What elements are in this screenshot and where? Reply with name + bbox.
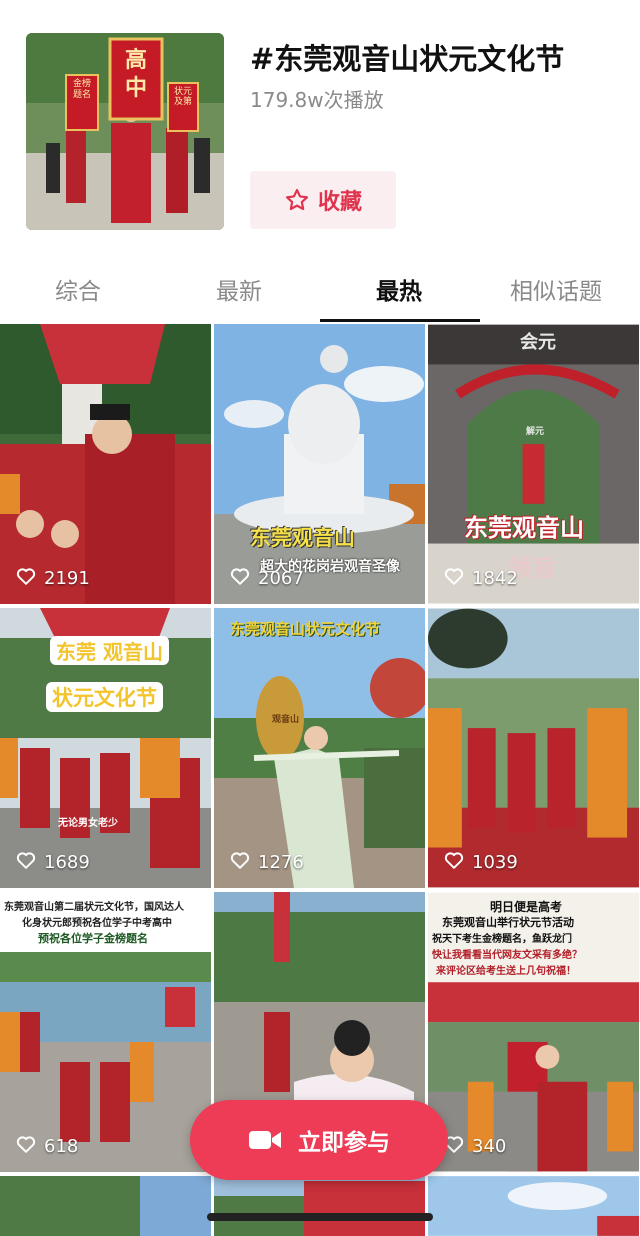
cover-sign-main: 高中 bbox=[124, 48, 147, 101]
favorite-label: 收藏 bbox=[317, 190, 362, 215]
video-note: 祝天下考生金榜题名，鱼跃龙门 bbox=[432, 934, 572, 945]
like-count: 2067 bbox=[230, 567, 304, 590]
video-caption: 东莞观音山 bbox=[250, 526, 355, 550]
video-question-2: 来评论区给考生送上几句祝福！ bbox=[436, 966, 576, 977]
heart-icon bbox=[230, 567, 250, 590]
like-number: 1039 bbox=[472, 852, 518, 873]
video-caption: 东莞 观音山 bbox=[50, 636, 169, 665]
video-thumbnail bbox=[428, 608, 639, 888]
join-now-label: 立即参与 bbox=[298, 1130, 390, 1156]
like-number: 340 bbox=[472, 1136, 507, 1157]
like-count: 1039 bbox=[444, 851, 518, 874]
video-tile[interactable]: 2191 bbox=[0, 324, 211, 604]
like-count: 1842 bbox=[444, 567, 518, 590]
like-number: 1689 bbox=[44, 852, 90, 873]
video-note: 无论男女老少 bbox=[58, 818, 118, 829]
heart-icon bbox=[16, 1135, 36, 1158]
play-count: 179.8w次播放 bbox=[250, 88, 384, 112]
like-number: 1842 bbox=[472, 568, 518, 589]
like-count: 1276 bbox=[230, 851, 304, 874]
video-subcaption: 状元文化节 bbox=[46, 682, 163, 712]
cover-sign-right: 状元及第 bbox=[173, 87, 192, 107]
video-tile[interactable]: 1039 bbox=[428, 608, 640, 888]
like-count: 1689 bbox=[16, 851, 90, 874]
heart-icon bbox=[16, 567, 36, 590]
video-tile[interactable] bbox=[428, 1176, 640, 1236]
stone-inscription: 观音山 bbox=[272, 715, 300, 725]
video-caption: 东莞观音山 bbox=[464, 514, 584, 542]
home-indicator[interactable] bbox=[207, 1213, 433, 1221]
favorite-button[interactable]: 收藏 bbox=[250, 171, 396, 229]
video-thumbnail bbox=[214, 608, 425, 888]
video-thumbnail bbox=[0, 324, 211, 604]
video-thumbnail bbox=[214, 1176, 425, 1236]
tab-latest[interactable]: 最新 bbox=[216, 272, 262, 306]
active-tab-indicator bbox=[320, 319, 480, 322]
video-tile[interactable]: 东莞 观音山 状元文化节 无论男女老少 1689 bbox=[0, 608, 211, 888]
cover-sign-left: 金榜题名 bbox=[72, 79, 91, 100]
topic-cover-image[interactable]: 高中 金榜题名 状元及第 bbox=[26, 33, 224, 230]
like-count: 340 bbox=[444, 1135, 506, 1158]
heart-icon bbox=[230, 851, 250, 874]
gate-sign: 会元 bbox=[520, 332, 556, 353]
video-caption: 明日便是高考 bbox=[490, 900, 563, 914]
like-number: 2191 bbox=[44, 568, 90, 589]
video-caption: 东莞观音山状元文化节 bbox=[230, 620, 381, 638]
like-number: 2067 bbox=[258, 568, 304, 589]
tab-hottest[interactable]: 最热 bbox=[376, 272, 422, 306]
like-count: 618 bbox=[16, 1135, 78, 1158]
video-tile[interactable]: 东莞观音山 超大的花岗岩观音圣像 2067 bbox=[214, 324, 425, 604]
video-tile[interactable] bbox=[0, 1176, 211, 1236]
video-tile[interactable]: 东莞观音山状元文化节 观音山 1276 bbox=[214, 608, 425, 888]
heart-icon bbox=[444, 567, 464, 590]
like-count: 2191 bbox=[16, 567, 90, 590]
join-now-button[interactable]: 立即参与 bbox=[190, 1100, 448, 1180]
inner-gate-sign: 解元 bbox=[526, 427, 545, 437]
topic-header: 高中 金榜题名 状元及第 #东莞观音山状元文化节 179.8w次播放 收藏 bbox=[0, 0, 640, 262]
video-tile[interactable] bbox=[214, 1176, 425, 1236]
video-camera-icon bbox=[249, 1131, 281, 1149]
video-tile[interactable]: 东莞观音山第二届状元文化节，国风达人 化身状元郎预祝各位学子中考高中 预祝各位学… bbox=[0, 892, 211, 1172]
video-subcaption: 东莞观音山举行状元节活动 bbox=[442, 916, 574, 929]
like-number: 618 bbox=[44, 1136, 79, 1157]
video-tile[interactable]: 会元 解元 东莞观音山 领旨 1842 bbox=[428, 324, 640, 604]
heart-icon bbox=[444, 851, 464, 874]
video-question-1: 快让我看看当代网友文采有多绝？ bbox=[432, 950, 582, 961]
like-number: 1276 bbox=[258, 852, 304, 873]
video-thumbnail bbox=[428, 1176, 639, 1236]
star-icon bbox=[285, 188, 309, 211]
video-subcaption: 化身状元郎预祝各位学子中考高中 bbox=[22, 918, 172, 929]
video-tile[interactable]: 明日便是高考 东莞观音山举行状元节活动 祝天下考生金榜题名，鱼跃龙门 快让我看看… bbox=[428, 892, 640, 1172]
video-thumbnail bbox=[0, 1176, 211, 1236]
tab-similar-topics[interactable]: 相似话题 bbox=[510, 272, 602, 306]
heart-icon bbox=[16, 851, 36, 874]
topic-title: #东莞观音山状元文化节 bbox=[250, 42, 565, 76]
tab-comprehensive[interactable]: 综合 bbox=[55, 272, 101, 306]
video-note: 预祝各位学子金榜题名 bbox=[38, 932, 148, 945]
tab-bar: 综合 最新 最热 相似话题 bbox=[0, 262, 640, 324]
video-caption: 东莞观音山第二届状元文化节，国风达人 bbox=[4, 902, 184, 913]
